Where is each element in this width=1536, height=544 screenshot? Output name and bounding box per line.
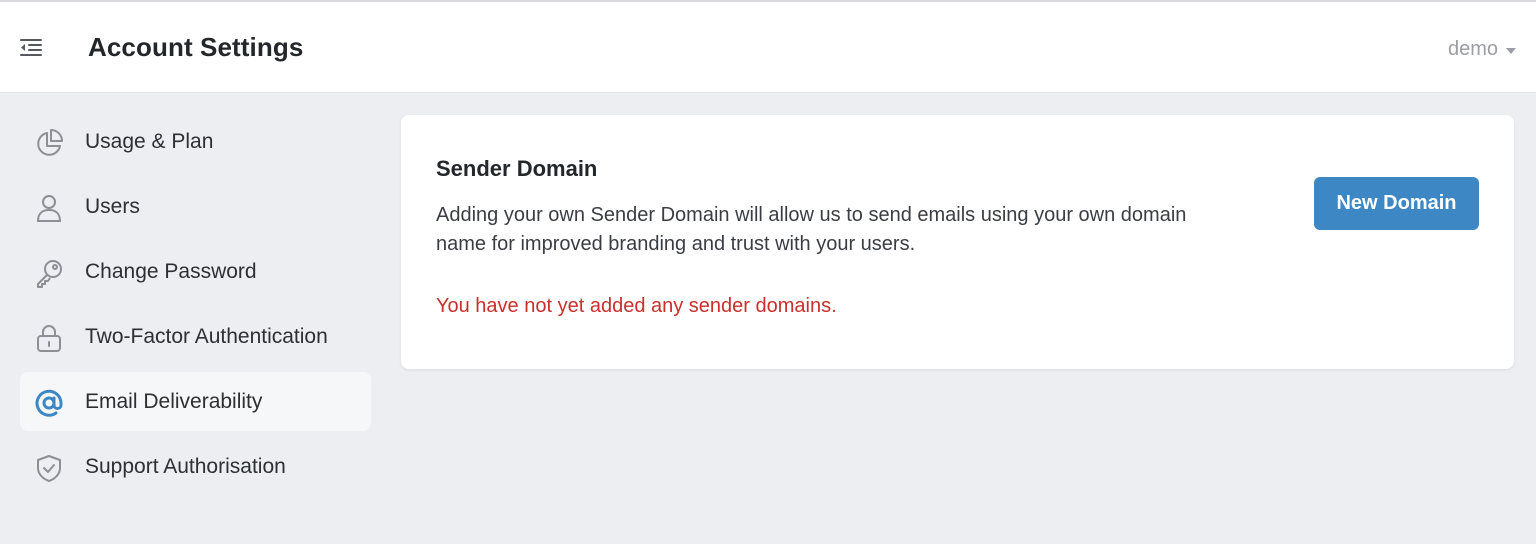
user-name: demo: [1447, 38, 1498, 60]
page-title: Account Settings: [88, 32, 304, 62]
pie-chart-icon: [34, 128, 64, 158]
sidebar-item-two-factor[interactable]: Two-Factor Authentication: [20, 307, 371, 366]
sidebar-item-label: Usage & Plan: [85, 130, 214, 153]
sidebar-item-users[interactable]: Users: [20, 177, 371, 236]
sidebar-item-label: Two-Factor Authentication: [85, 325, 328, 348]
shield-check-icon: [34, 453, 64, 483]
settings-sidebar: Usage & Plan Users Change Password Two-F…: [20, 112, 371, 502]
card-description: Adding your own Sender Domain will allow…: [436, 204, 1187, 255]
sidebar-item-label: Users: [85, 195, 140, 218]
lock-icon: [34, 323, 64, 353]
at-sign-icon: [34, 388, 64, 418]
sidebar-item-label: Change Password: [85, 260, 257, 283]
user-menu[interactable]: demo: [1448, 38, 1516, 61]
sidebar-item-label: Support Authorisation: [85, 455, 286, 478]
menu-collapse-icon[interactable]: [18, 35, 44, 61]
empty-state-message: You have not yet added any sender domain…: [436, 295, 837, 317]
sidebar-item-usage-plan[interactable]: Usage & Plan: [20, 112, 371, 171]
sidebar-item-support-authorisation[interactable]: Support Authorisation: [20, 437, 371, 496]
card-title: Sender Domain: [436, 156, 598, 181]
top-bar: Account Settings demo: [0, 0, 1536, 93]
sidebar-item-change-password[interactable]: Change Password: [20, 242, 371, 301]
caret-down-icon: [1506, 47, 1516, 54]
sender-domain-card: Sender Domain Adding your own Sender Dom…: [401, 115, 1514, 369]
sidebar-item-email-deliverability[interactable]: Email Deliverability: [20, 372, 371, 431]
new-domain-button[interactable]: New Domain: [1314, 177, 1479, 230]
user-icon: [34, 193, 64, 223]
key-icon: [34, 258, 64, 288]
sidebar-item-label: Email Deliverability: [85, 390, 263, 413]
